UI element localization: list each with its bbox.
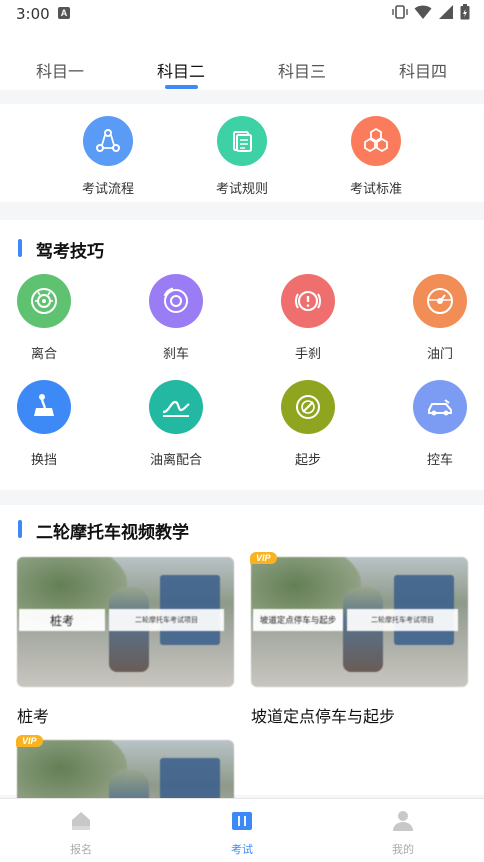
- notification-icon: A: [58, 7, 70, 19]
- gear-shift-icon: [17, 380, 71, 434]
- skill-start-label: 起步: [294, 453, 321, 468]
- battery-icon: [460, 4, 470, 20]
- vibrate-icon: [392, 5, 408, 19]
- standard-icon: [351, 116, 401, 166]
- skill-handbrake-label: 手刹: [294, 347, 321, 362]
- car-control-icon: [413, 380, 467, 434]
- throttle-icon: [413, 274, 467, 328]
- skill-brake[interactable]: 刹车: [136, 274, 216, 362]
- exam-process-link[interactable]: 考试流程: [63, 116, 153, 197]
- video-card-pile-test[interactable]: 桩考 二轮摩托车考试项目 桩考: [17, 557, 234, 727]
- vip-badge: VIP: [250, 552, 277, 564]
- start-icon: [281, 380, 335, 434]
- brake-icon: [149, 274, 203, 328]
- book-icon: [232, 812, 252, 830]
- active-tab-indicator: [165, 85, 198, 89]
- video-lessons-section: 二轮摩托车视频教学 桩考 二轮摩托车考试项目 桩考 VIP 坡道定点停车与起步 …: [0, 505, 484, 862]
- video-card-slope-stop[interactable]: VIP 坡道定点停车与起步 二轮摩托车考试项目 坡道定点停车与起步: [250, 552, 468, 727]
- nav-exam-label: 考试: [231, 843, 253, 856]
- skill-handbrake[interactable]: 手刹: [268, 274, 348, 362]
- skill-coordination[interactable]: 油离配合: [136, 380, 216, 468]
- signal-icon: [439, 5, 453, 19]
- bottom-nav: 报名 考试 我的: [0, 798, 484, 862]
- video-section-title: 二轮摩托车视频教学: [18, 518, 189, 543]
- skills-section-title: 驾考技巧: [18, 237, 104, 262]
- subject-tabs: 科目一 科目二 科目三 科目四: [0, 28, 484, 90]
- video-title: 桩考: [17, 707, 50, 726]
- nav-register[interactable]: 报名: [41, 809, 121, 857]
- flow-icon: [83, 116, 133, 166]
- wifi-icon: [414, 5, 432, 19]
- tab-subject-3[interactable]: 科目三: [278, 58, 326, 82]
- tab-subject-4[interactable]: 科目四: [399, 58, 447, 82]
- skill-throttle[interactable]: 油门: [400, 274, 480, 362]
- exam-rules-label: 考试规则: [215, 182, 268, 197]
- thumbnail-caption: 桩考: [19, 609, 105, 631]
- skill-start[interactable]: 起步: [268, 380, 348, 468]
- skill-gear-shift[interactable]: 换挡: [4, 380, 84, 468]
- user-icon: [393, 811, 413, 831]
- skill-brake-label: 刹车: [162, 347, 189, 362]
- video-title: 坡道定点停车与起步: [251, 707, 396, 726]
- exam-standard-label: 考试标准: [349, 182, 402, 197]
- exam-standard-link[interactable]: 考试标准: [331, 116, 421, 197]
- vip-badge: VIP: [16, 735, 43, 747]
- skill-clutch-label: 离合: [30, 347, 57, 362]
- status-bar: 3:00 A: [0, 0, 484, 28]
- skill-coordination-label: 油离配合: [149, 453, 202, 468]
- status-time: 3:00: [16, 5, 50, 23]
- video-thumbnail[interactable]: 坡道定点停车与起步 二轮摩托车考试项目: [251, 557, 468, 687]
- exam-rules-link[interactable]: 考试规则: [197, 116, 287, 197]
- skill-car-control-label: 控车: [426, 453, 453, 468]
- clutch-icon: [17, 274, 71, 328]
- rules-icon: [217, 116, 267, 166]
- video-thumbnail[interactable]: 桩考 二轮摩托车考试项目: [17, 557, 234, 687]
- nav-profile[interactable]: 我的: [363, 809, 443, 857]
- exam-process-label: 考试流程: [81, 182, 134, 197]
- thumbnail-caption: 坡道定点停车与起步: [253, 609, 343, 631]
- status-icons: [392, 4, 470, 20]
- nav-register-label: 报名: [70, 843, 92, 856]
- skill-throttle-label: 油门: [426, 347, 453, 362]
- coordination-icon: [149, 380, 203, 434]
- skill-gear-shift-label: 换挡: [30, 453, 57, 468]
- skill-car-control[interactable]: 控车: [400, 380, 480, 468]
- exam-info-links: 考试流程 考试规则 考试标准: [0, 104, 484, 202]
- nav-profile-label: 我的: [392, 843, 414, 856]
- tab-subject-2[interactable]: 科目二: [157, 58, 205, 82]
- home-icon: [72, 812, 90, 830]
- thumbnail-subcaption: 二轮摩托车考试项目: [347, 609, 458, 631]
- tab-subject-1[interactable]: 科目一: [36, 58, 84, 82]
- handbrake-icon: [281, 274, 335, 328]
- skill-clutch[interactable]: 离合: [4, 274, 84, 362]
- thumbnail-subcaption: 二轮摩托车考试项目: [109, 609, 224, 631]
- driving-skills-section: 驾考技巧 离合 刹车 手刹 油门 换挡 油离配合 起步 控车: [0, 220, 484, 490]
- nav-exam[interactable]: 考试: [202, 809, 282, 857]
